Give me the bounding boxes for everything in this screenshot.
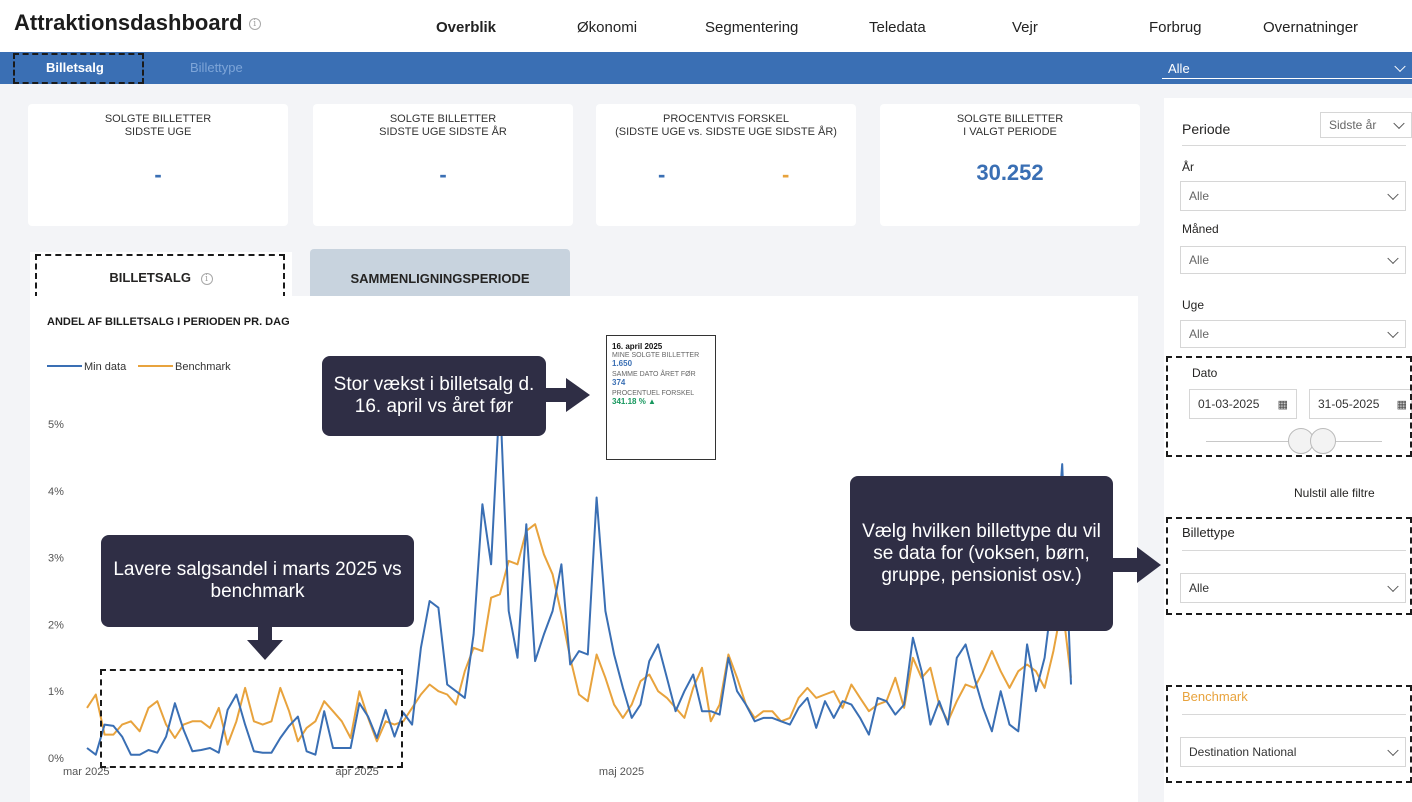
periode-value: Sidste år [1329, 118, 1377, 132]
tooltip-value: 1.650 [612, 359, 633, 368]
arrow-right-icon [546, 378, 590, 412]
calendar-icon[interactable]: ▦ [1397, 398, 1407, 411]
aar-value: Alle [1189, 189, 1210, 203]
tooltip-label: MINE SOLGTE BILLETTER [612, 352, 700, 359]
x-tick-label: maj 2025 [599, 766, 644, 778]
tooltip-label: SAMME DATO ÅRET FØR [612, 371, 696, 378]
legend-label-min-data: Min data [84, 361, 127, 373]
filter-label-dato: Dato [1192, 366, 1218, 380]
chevron-down-icon [1387, 744, 1399, 757]
y-tick-label: 2% [48, 619, 64, 631]
filter-label-benchmark: Benchmark [1182, 689, 1248, 704]
date-from-value: 01-03-2025 [1198, 397, 1260, 411]
filter-label-periode: Periode [1182, 121, 1231, 137]
maaned-value: Alle [1189, 253, 1210, 267]
chart-title: ANDEL AF BILLETSALG I PERIODEN PR. DAG [47, 316, 290, 328]
tooltip-date: 16. april 2025 [612, 342, 663, 351]
calendar-icon[interactable]: ▦ [1278, 398, 1288, 411]
date-to-input[interactable]: 31-05-2025 ▦ [1309, 389, 1412, 419]
benchmark-value: Destination National [1189, 745, 1297, 759]
filter-label-uge: Uge [1182, 298, 1205, 312]
chevron-down-icon [1387, 188, 1399, 201]
tooltip-percent: 341.18 % ▲ [612, 397, 656, 406]
uge-dropdown[interactable]: Alle [1180, 320, 1406, 348]
legend-label-benchmark: Benchmark [175, 361, 231, 373]
y-tick-label: 4% [48, 486, 64, 498]
slider-handle-end[interactable] [1310, 428, 1336, 454]
chart-tooltip: 16. april 2025 MINE SOLGTE BILLETTER 1.6… [606, 335, 716, 460]
filter-label-maaned: Måned [1182, 222, 1219, 236]
filter-label-aar: År [1182, 160, 1194, 174]
y-tick-label: 5% [48, 419, 64, 431]
date-to-value: 31-05-2025 [1318, 397, 1380, 411]
arrow-right-icon [1113, 547, 1161, 583]
y-tick-label: 0% [48, 753, 64, 765]
callout-growth: Stor vækst i billetsalg d. 16. april vs … [322, 356, 546, 436]
aar-dropdown[interactable]: Alle [1180, 181, 1406, 211]
x-tick-label: mar 2025 [63, 766, 109, 778]
y-tick-label: 3% [48, 553, 64, 565]
filter-label-billettype: Billettype [1182, 525, 1235, 540]
tooltip-value: 374 [612, 378, 626, 387]
chevron-down-icon [1387, 326, 1399, 339]
divider [1182, 714, 1406, 715]
divider [1182, 145, 1406, 146]
x-tick-label: apr 2025 [335, 766, 378, 778]
maaned-dropdown[interactable]: Alle [1180, 246, 1406, 274]
benchmark-dropdown[interactable]: Destination National [1180, 737, 1406, 767]
uge-value: Alle [1189, 327, 1210, 341]
date-from-input[interactable]: 01-03-2025 ▦ [1189, 389, 1297, 419]
chevron-down-icon [1393, 117, 1405, 130]
billettype-dropdown[interactable]: Alle [1180, 573, 1406, 603]
arrow-down-icon [247, 626, 283, 660]
chevron-down-icon [1387, 580, 1399, 593]
tooltip-label: PROCENTUEL FORSKEL [612, 390, 695, 397]
billettype-value: Alle [1189, 581, 1210, 595]
chevron-down-icon [1387, 252, 1399, 265]
reset-filters-link[interactable]: Nulstil alle filtre [1294, 486, 1375, 500]
callout-march: Lavere salgsandel i marts 2025 vs benchm… [101, 535, 414, 627]
divider [1182, 550, 1406, 551]
chart-legend: Min data Benchmark [47, 361, 231, 373]
callout-ticket-type: Vælg hvilken billettype du vil se data f… [850, 476, 1113, 631]
periode-dropdown[interactable]: Sidste år [1320, 112, 1412, 138]
y-tick-label: 1% [48, 686, 64, 698]
